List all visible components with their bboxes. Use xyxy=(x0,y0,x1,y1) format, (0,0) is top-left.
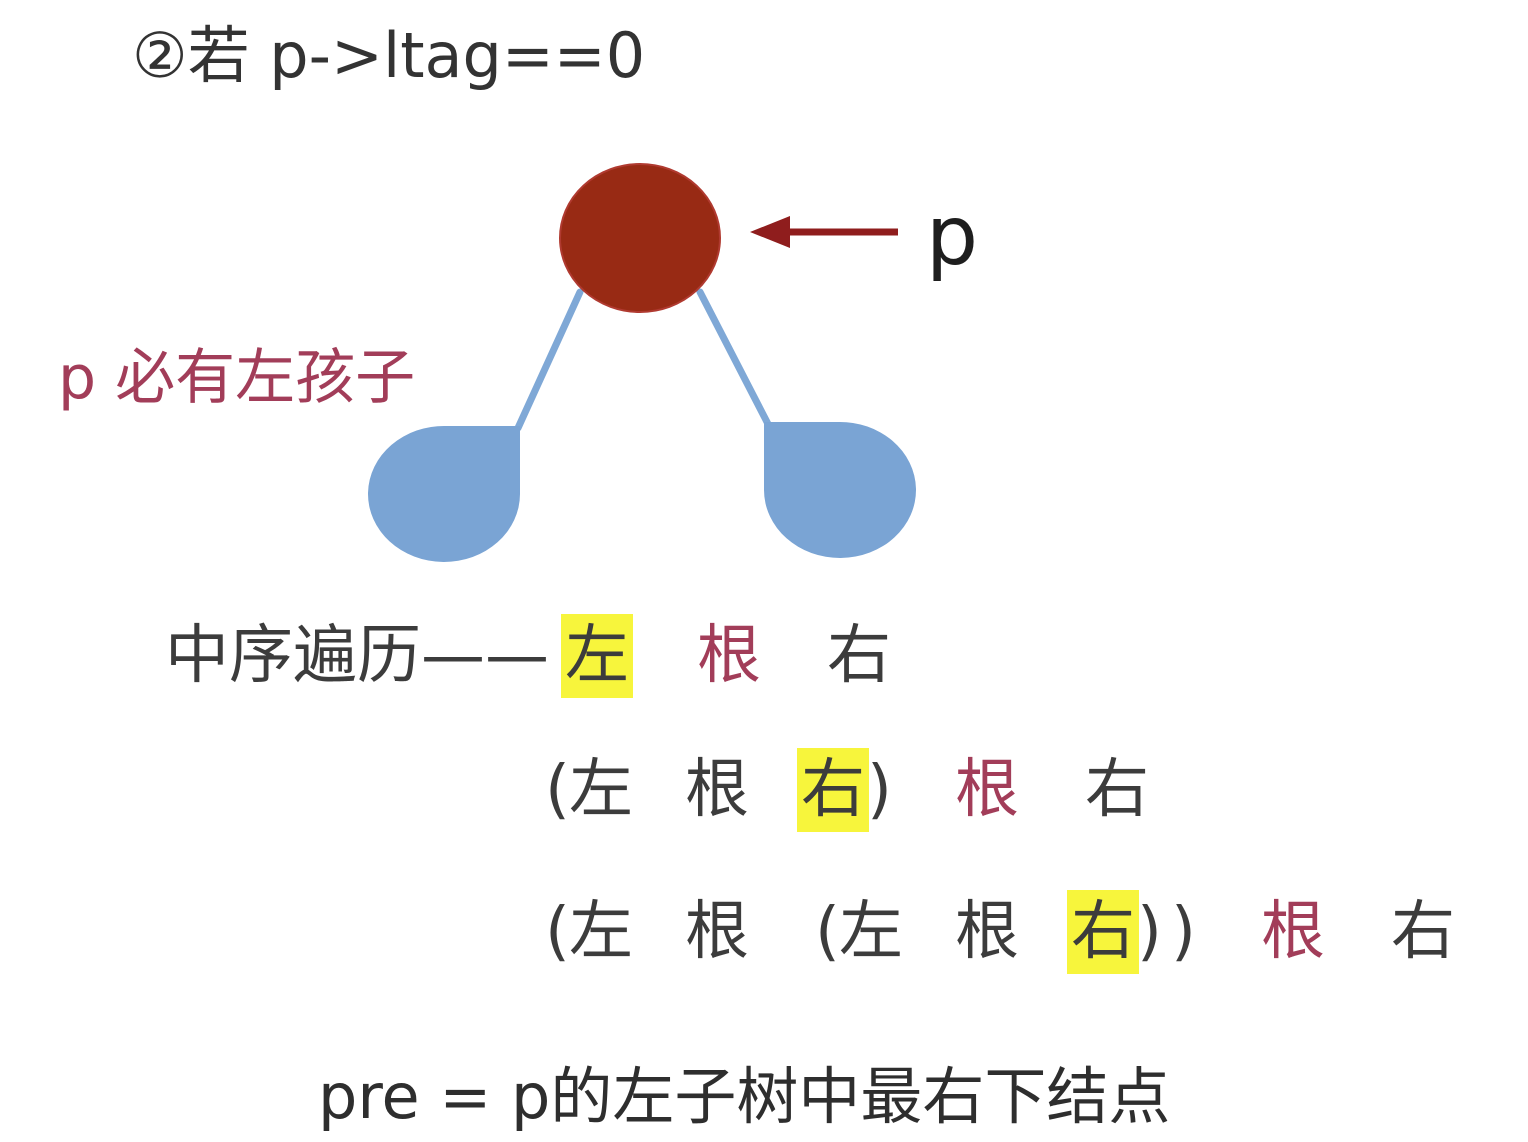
traversal-row-2: ( 左 根 右 ) 根 右 xyxy=(545,748,1185,832)
token-close-paren: ) xyxy=(867,753,892,827)
token-open-paren-inner: ( xyxy=(815,895,840,969)
token-close-paren-inner: ) xyxy=(1137,895,1162,969)
token-right-highlighted: 右 xyxy=(797,748,869,832)
token-root-inner: 根 xyxy=(955,895,1019,969)
right-subtree-shape xyxy=(764,421,916,558)
token-left-highlighted: 左 xyxy=(561,614,633,698)
token-close-paren-outer: ) xyxy=(1171,895,1196,969)
right-edge xyxy=(696,288,772,428)
left-child-note: p 必有左孩子 xyxy=(58,343,416,413)
token-root-outer: 根 xyxy=(1261,895,1325,969)
root-node-p xyxy=(559,163,721,313)
left-subtree-shape xyxy=(368,425,520,562)
token-left: 左 xyxy=(569,753,633,827)
token-right-outer: 右 xyxy=(1085,753,1149,827)
token-open-paren: ( xyxy=(545,753,570,827)
token-root: 根 xyxy=(697,619,761,693)
token-left-inner: 左 xyxy=(839,895,903,969)
traversal-row-3: ( 左 根 ( 左 根 右 ) ) 根 右 xyxy=(545,890,1485,974)
token-right-outer: 右 xyxy=(1391,895,1455,969)
token-root: 根 xyxy=(685,895,749,969)
token-open-paren: ( xyxy=(545,895,570,969)
conclusion-text: pre = p的左子树中最右下结点 xyxy=(318,1060,1171,1133)
token-root: 根 xyxy=(685,753,749,827)
token-right-inner-highlighted: 右 xyxy=(1067,890,1139,974)
pointer-label: p xyxy=(926,189,979,284)
traversal-label: 中序遍历—— xyxy=(165,619,549,693)
left-edge xyxy=(514,288,584,432)
pointer-arrow-head xyxy=(750,216,790,248)
token-right: 右 xyxy=(827,619,891,693)
token-root-outer: 根 xyxy=(955,753,1019,827)
traversal-row-1: 中序遍历—— 左 根 右 xyxy=(165,614,925,698)
token-left: 左 xyxy=(569,895,633,969)
